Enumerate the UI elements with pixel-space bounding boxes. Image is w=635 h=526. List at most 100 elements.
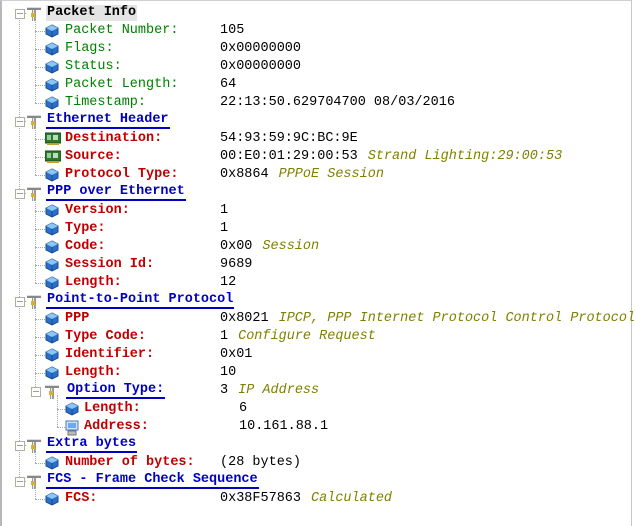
value-text: 1 [220,203,229,218]
node-label: Packet Info [46,5,138,21]
tree-node-field[interactable]: Session Id: 9689 [2,256,631,274]
field-cube-icon [45,60,59,74]
tree-guide-line [35,197,36,283]
node-value: 0x00000000 [220,41,301,57]
field-cube-icon [45,348,59,362]
collapse-toggle[interactable] [15,189,25,199]
node-value: 9689 [220,257,252,273]
node-label: Code: [65,239,106,254]
tree-node-field[interactable]: Flags: 0x00000000 [2,40,631,58]
tree-node-field[interactable]: Version: 1 [2,202,631,220]
value-text: 0x00000000 [220,59,302,74]
field-cube-icon [45,366,59,380]
node-label: Timestamp: [65,95,147,110]
node-value: 6 [239,401,247,417]
node-label: Length: [65,365,122,380]
packet-decode-tree: Packet Info Packet Number: 105 Flags: 0x0000… [0,0,635,526]
tree-node-field[interactable]: PPP 0x8021 IPCP, PPP Internet Protocol Con… [2,310,635,328]
value-annotation: Configure Request [238,329,376,344]
node-value: 22:13:50.629704700 08/03/2016 [220,95,455,111]
tree-node-field[interactable]: Protocol Type: 0x8864 PPPoE Session [2,166,631,184]
tree-node-field[interactable]: Identifier: 0x01 [2,346,631,364]
tree-node-field[interactable]: Source: 00:E0:01:29:00:53 Strand Lighting:… [2,148,631,166]
tree-node-header[interactable]: Extra bytes [2,436,631,454]
node-value: 12 [220,275,236,291]
collapse-toggle[interactable] [15,9,25,19]
protocol-icon [26,294,41,309]
tree-node-field[interactable]: Code: 0x00 Session [2,238,631,256]
network-card-icon [44,132,62,146]
tree-node-field[interactable]: Destination: 54:93:59:9C:BC:9E [2,130,631,148]
collapse-toggle[interactable] [15,117,25,127]
value-text: 105 [220,23,245,38]
tree-node-field[interactable]: Type Code: 1 Configure Request [2,328,631,346]
tree-node-header[interactable]: Packet Info [2,4,631,22]
node-label: Session Id: [65,257,155,272]
node-label: Version: [65,203,130,218]
collapse-toggle[interactable] [15,297,25,307]
node-label: Packet Length: [65,77,179,92]
value-text: 0x8021 [220,311,269,326]
tree-node-field[interactable]: Address: 10.161.88.1 [2,418,631,436]
tree-node-field[interactable]: Length: 10 [2,364,631,382]
field-cube-icon [45,258,59,272]
node-value: (28 bytes) [220,455,301,471]
node-label: Type: [65,221,106,236]
value-text: 1 [220,221,229,236]
tree-node-header[interactable]: Ethernet Header [2,112,631,130]
node-label: FCS - Frame Check Sequence [46,472,259,489]
tree-node-header[interactable]: PPP over Ethernet [2,184,631,202]
value-text: 6 [239,401,248,416]
node-value: 10.161.88.1 [239,419,328,435]
field-cube-icon [45,330,59,344]
field-cube-icon [45,24,59,38]
protocol-icon [26,474,41,489]
field-cube-icon [45,168,59,182]
value-text: 00:E0:01:29:00:53 [220,149,358,164]
value-text: 0x38F57863 [220,491,302,506]
tree-node-field[interactable]: Timestamp: 22:13:50.629704700 08/03/2016 [2,94,631,112]
protocol-icon [26,6,41,21]
tree-node-field[interactable]: Status: 0x00000000 [2,58,631,76]
node-label: Point-to-Point Protocol [46,292,235,309]
tree-node-field[interactable]: Number of bytes: (28 bytes) [2,454,631,472]
value-annotation: Session [262,239,320,254]
value-text: 10.161.88.1 [239,419,329,434]
tree-node-header[interactable]: FCS - Frame Check Sequence [2,472,631,490]
value-annotation: PPPoE Session [278,167,384,182]
node-label: Option Type: [66,382,166,399]
tree-node-header[interactable]: Option Type: 3 IP Address [2,382,631,400]
tree-node-header[interactable]: Point-to-Point Protocol [2,292,631,310]
collapse-toggle[interactable] [15,477,25,487]
tree-node-field[interactable]: Packet Length: 64 [2,76,631,94]
field-cube-icon [45,456,59,470]
node-label: Ethernet Header [46,112,170,129]
tree-node-field[interactable]: Length: 6 [2,400,631,418]
tree-node-field[interactable]: Type: 1 [2,220,631,238]
tree-node-field[interactable]: Length: 12 [2,274,631,292]
node-label: Address: [84,419,149,434]
value-text: 9689 [220,257,253,272]
node-value: 0x00 Session [220,239,319,255]
node-label: Destination: [65,131,163,146]
tree-guide-line [35,17,36,103]
value-text: 22:13:50.629704700 08/03/2016 [220,95,455,110]
field-cube-icon [45,204,59,218]
value-text: 54:93:59:9C:BC:9E [220,131,358,146]
node-value: 64 [220,77,236,93]
tree-node-field[interactable]: Packet Number: 105 [2,22,631,40]
collapse-toggle[interactable] [15,441,25,451]
node-label: Flags: [65,41,114,56]
node-value: 0x8864 PPPoE Session [220,167,384,183]
node-value: 0x00000000 [220,59,301,75]
node-label: PPP [65,311,90,326]
tree-node-field[interactable]: FCS: 0x38F57863 Calculated [2,490,631,508]
value-text: 0x00000000 [220,41,302,56]
value-text: (28 bytes) [220,455,302,470]
node-value: 10 [220,365,236,381]
node-value: 3 IP Address [220,383,319,399]
node-label: Protocol Type: [65,167,179,182]
collapse-toggle[interactable] [31,387,41,397]
node-value: 105 [220,23,244,39]
node-label: Packet Number: [65,23,179,38]
